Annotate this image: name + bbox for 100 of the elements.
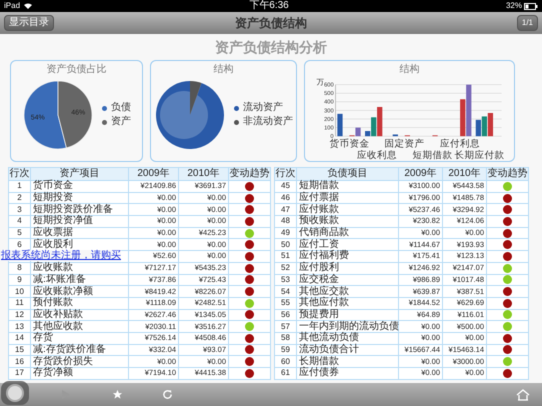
table-cell: 存货 [31,332,129,345]
device-name: iPad [4,2,20,10]
table-cell: 16 [9,356,31,368]
table-cell: 长期借款 [297,356,399,368]
table-cell: 48 [275,216,297,228]
table-cell: 减:存货跌价准备 [31,344,129,356]
table-cell: 代销商品款 [297,228,399,240]
battery-icon [524,2,538,10]
category-label: 应收利息 [356,150,397,161]
battery-level: 32% [506,2,522,10]
table-cell: 应付福利费 [297,251,399,263]
table-cell: 11 [9,298,31,310]
chart-title: 结构 [214,65,234,75]
axis-unit: 万 [316,78,324,87]
column-header: 变动趋势 [487,168,529,181]
table-cell: 59 [275,344,297,356]
table-cell: 货币资金 [31,181,129,193]
legend-label: 非流动资产 [243,117,293,127]
table-cell: 55 [275,298,297,310]
table-cell: 短期投资净值 [31,216,129,228]
table-cell: 51 [275,251,297,263]
table-cell: 应付债券 [297,368,399,380]
table-cell: 其他应收款 [31,321,129,333]
column-header: 2009年 [399,168,443,181]
table-cell: 53 [275,274,297,286]
column-header: 负债项目 [297,168,399,181]
table-cell: 其他应交款 [297,286,399,298]
refresh-icon[interactable] [162,389,173,400]
bar [336,114,342,136]
table-cell: 47 [275,204,297,216]
category-label: 固定资产 [384,138,424,150]
table-cell: 45 [275,181,297,193]
category-label: 短期借款 [412,150,452,161]
table-cell: 54 [275,286,297,298]
category-label: 应付利息 [440,138,480,150]
legend-label: 资产 [111,117,131,127]
table-cell: 61 [275,368,297,380]
table-cell: 1 [9,181,31,193]
table-cell: 其他流动负债 [297,332,399,345]
column-header: 变动趋势 [229,168,271,181]
table-cell: 应付股利 [297,262,399,274]
status-time: 下午6:36 [249,1,289,11]
table-cell: 60 [275,356,297,368]
table-cell: 其他应付款 [297,298,399,310]
column-header: 行次 [275,168,297,181]
table-cell: 10 [9,286,31,298]
legend-label: 负债 [111,103,131,113]
column-header: 2009年 [129,168,179,181]
column-header: 资产项目 [31,168,129,181]
star-icon[interactable] [112,389,123,400]
legend-label: 流动资产 [243,103,283,113]
category-label: 货币资金 [328,138,369,150]
column-header: 2010年 [179,168,229,181]
table-cell: 49 [275,228,297,240]
home-icon[interactable] [516,388,530,400]
table-cell: 应收票据 [31,228,129,240]
column-header: 2010年 [443,168,487,181]
table-cell: 预提费用 [297,310,399,322]
page-count-button[interactable]: 1/1 [516,15,538,31]
page-title: 资产负债结构分析 [215,38,327,56]
table-cell: 46 [275,192,297,204]
table-cell: 4 [9,216,31,228]
table-cell: 8 [9,262,31,274]
category-label: 长期应付款 [454,150,504,161]
table-cell: 流动负债合计 [297,344,399,356]
table-cell: 58 [275,332,297,345]
table-cell: 存货净额 [31,368,129,380]
table-cell: 12 [9,310,31,322]
table-cell: 减:坏账准备 [31,274,129,286]
bar [392,134,398,136]
table-cell: 应交税金 [297,274,399,286]
column-header: 行次 [9,168,31,181]
chart-title: 结构 [400,65,420,75]
table-cell: 17 [9,368,31,380]
table-cell: 应收补贴款 [31,310,129,322]
show-contents-button[interactable]: 显示目录 [4,15,54,31]
table-cell: 5 [9,228,31,240]
table-cell: 13 [9,321,31,333]
assistive-touch-button[interactable] [1,381,29,405]
table-cell: 52 [275,262,297,274]
register-notice-link[interactable]: 报表系统尚未注册，请购买 [1,250,121,261]
chart-title: 资产负债占比 [46,65,106,75]
table-cell: 一年内到期的流动负债 [297,321,399,333]
table-cell: 3 [9,204,31,216]
table-cell: 短期借款 [297,181,399,193]
table-cell: 50 [275,239,297,252]
pie-chart-drawing [154,79,226,151]
wifi-icon [24,3,32,9]
table-cell: 应收账款净额 [31,286,129,298]
table-cell: 预收账款 [297,216,399,228]
table-cell: 应收账款 [31,262,129,274]
table-cell: 57 [275,321,297,333]
table-cell: 短期投资 [31,192,129,204]
table-cell: 9 [9,274,31,286]
table-cell: 56 [275,310,297,322]
nav-title: 资产负债结构 [235,15,307,32]
table-cell: 存货跌价损失 [31,356,129,368]
table-cell: 预付账款 [31,298,129,310]
table-cell: 应付票据 [297,192,399,204]
table-cell: 14 [9,332,31,345]
